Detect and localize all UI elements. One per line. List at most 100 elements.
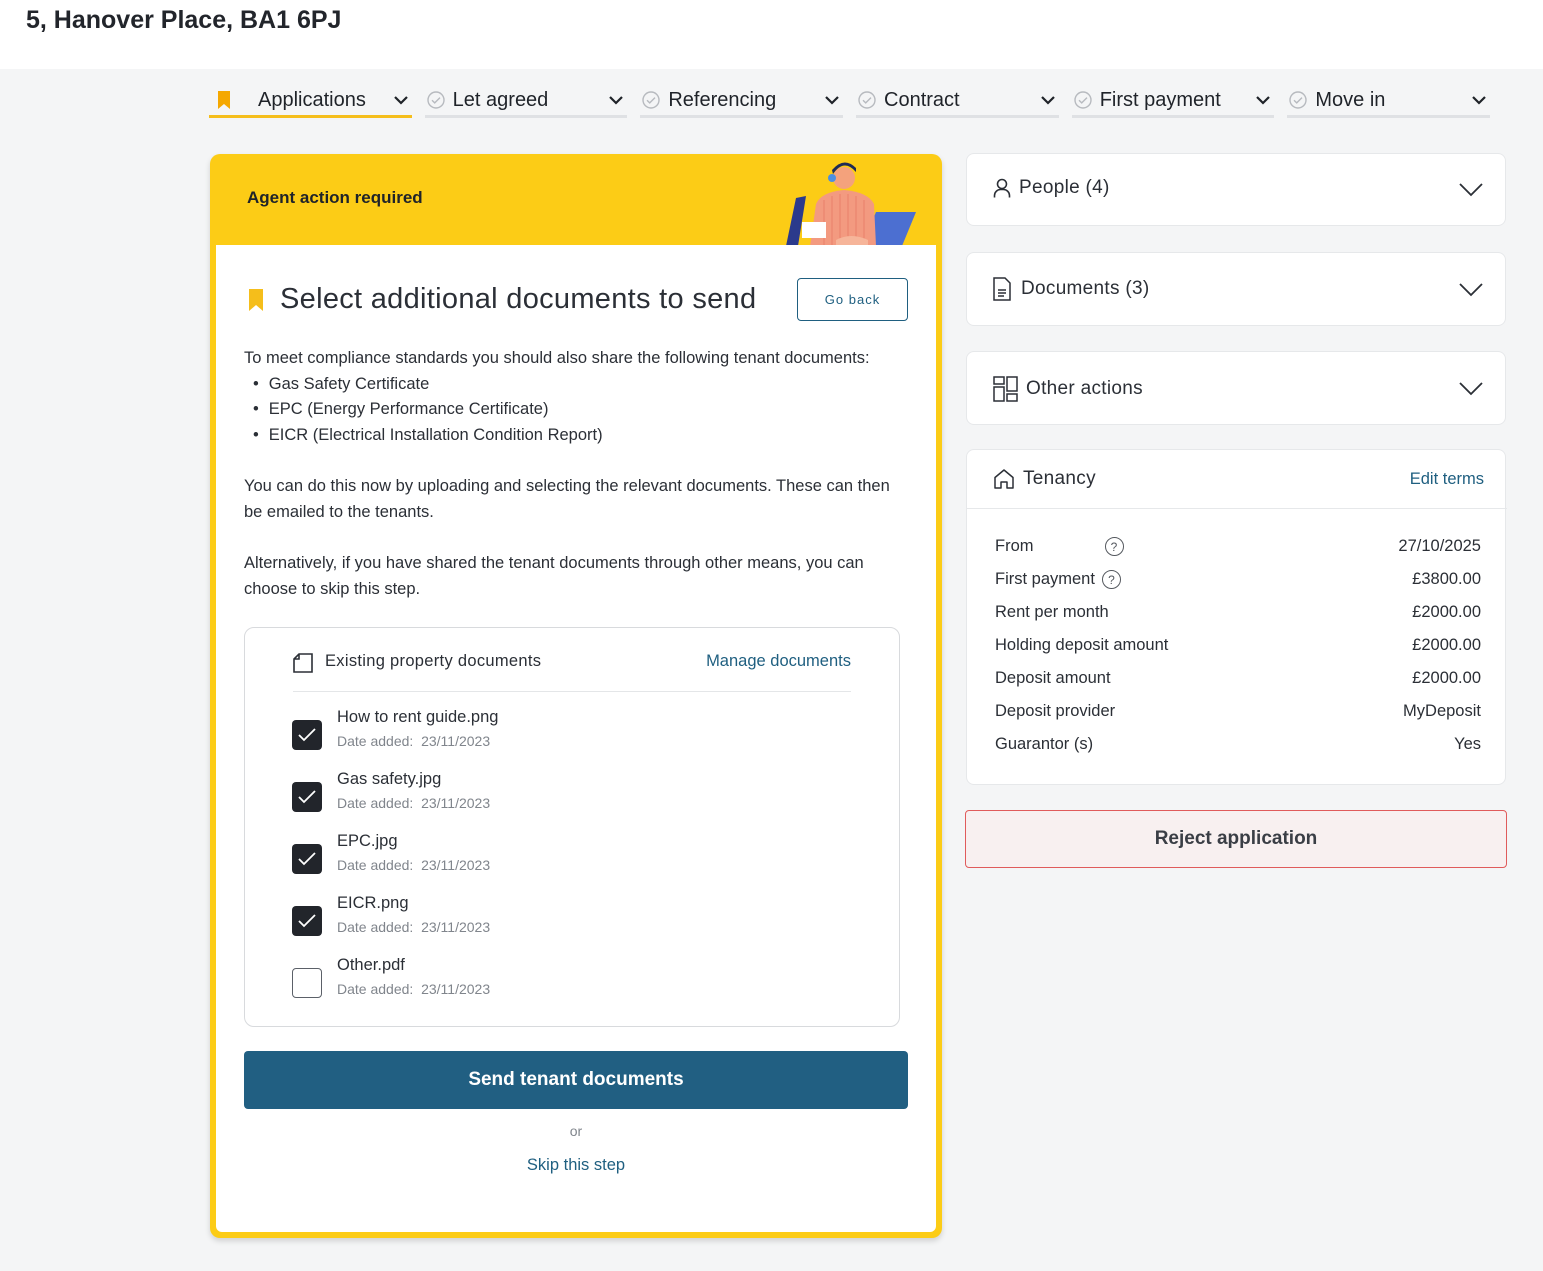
label-text: First payment bbox=[995, 570, 1095, 588]
tenancy-label: Deposit amount bbox=[995, 669, 1111, 687]
tenancy-value: £2000.00 bbox=[1412, 603, 1481, 621]
help-icon[interactable]: ? bbox=[1104, 537, 1124, 556]
date-prefix: Date added: bbox=[337, 981, 414, 997]
chevron-down-icon bbox=[609, 96, 624, 105]
chevron-down-icon bbox=[1459, 382, 1483, 396]
list-item: Other.pdf Date added: 23/11/2023 bbox=[292, 954, 490, 1000]
people-panel[interactable]: People (4) bbox=[966, 153, 1506, 226]
top-bar: 5, Hanover Place, BA1 6PJ bbox=[0, 0, 1543, 69]
or-divider: or bbox=[569, 1123, 583, 1139]
manage-documents-link[interactable]: Manage documents bbox=[706, 652, 851, 671]
date-value: 23/11/2023 bbox=[421, 981, 491, 997]
skip-instruction: Alternatively, if you have shared the te… bbox=[244, 554, 864, 598]
tenancy-row: First payment? £3800.00 bbox=[995, 570, 1481, 589]
tenancy-title: Tenancy bbox=[1023, 468, 1096, 489]
document-name: Other.pdf bbox=[337, 956, 405, 974]
tenancy-row: Deposit amount £2000.00 bbox=[995, 669, 1481, 688]
tenancy-label: Guarantor (s) bbox=[995, 735, 1094, 753]
tab-applications[interactable]: Applications bbox=[209, 85, 412, 118]
checkbox-checked[interactable] bbox=[292, 844, 322, 874]
intro-line: To meet compliance standards you should … bbox=[244, 349, 870, 367]
tenancy-row: From? 27/10/2025 bbox=[995, 537, 1481, 556]
tab-let-agreed[interactable]: Let agreed bbox=[424, 85, 628, 118]
chevron-down-icon bbox=[1040, 96, 1055, 105]
tab-first-payment[interactable]: First payment bbox=[1071, 85, 1275, 118]
send-tenant-documents-button[interactable]: Send tenant documents bbox=[244, 1051, 908, 1109]
tenancy-value: 27/10/2025 bbox=[1398, 537, 1481, 555]
label-text: From bbox=[995, 537, 1034, 555]
required-docs-list: Gas Safety Certificate EPC (Energy Perfo… bbox=[253, 372, 914, 449]
tenancy-label: First payment? bbox=[995, 570, 1121, 589]
upload-instruction: You can do this now by uploading and sel… bbox=[244, 477, 890, 521]
skip-step-link[interactable]: Skip this step bbox=[216, 1156, 936, 1175]
section-title: Select additional documents to send bbox=[249, 283, 756, 316]
other-actions-panel[interactable]: Other actions bbox=[966, 351, 1506, 425]
progress-steps: Applications Let agreed Referencing Cont… bbox=[209, 85, 1491, 119]
tab-referencing[interactable]: Referencing bbox=[640, 85, 844, 118]
document-icon bbox=[293, 653, 313, 673]
tab-move-in[interactable]: Move in bbox=[1287, 85, 1491, 118]
document-icon bbox=[993, 277, 1011, 301]
document-date: Date added: 23/11/2023 bbox=[337, 854, 490, 876]
document-date: Date added: 23/11/2023 bbox=[337, 978, 490, 1000]
check-icon bbox=[298, 852, 316, 866]
tab-label: Referencing bbox=[668, 88, 777, 111]
chevron-down-icon bbox=[1459, 283, 1483, 297]
tab-contract[interactable]: Contract bbox=[856, 85, 1059, 118]
tab-label: Contract bbox=[884, 88, 960, 111]
go-back-button[interactable]: Go back bbox=[797, 278, 908, 321]
action-card-body: Select additional documents to send Go b… bbox=[216, 245, 936, 1232]
check-circle-icon bbox=[1289, 91, 1308, 109]
document-date: Date added: 23/11/2023 bbox=[337, 792, 490, 814]
chevron-down-icon bbox=[825, 96, 839, 105]
documents-header: Existing property documents Manage docum… bbox=[293, 652, 851, 692]
agent-illustration bbox=[786, 162, 916, 246]
documents-panel[interactable]: Documents (3) bbox=[966, 252, 1506, 326]
tenancy-row: Deposit provider MyDeposit bbox=[995, 702, 1481, 721]
date-prefix: Date added: bbox=[337, 857, 414, 873]
dashboard-icon bbox=[993, 376, 1018, 402]
page-title: 5, Hanover Place, BA1 6PJ bbox=[26, 6, 342, 34]
document-name: How to rent guide.png bbox=[337, 708, 499, 726]
tenancy-panel: Tenancy Edit terms From? 27/10/2025 Firs… bbox=[966, 449, 1507, 785]
edit-terms-link[interactable]: Edit terms bbox=[1410, 470, 1484, 489]
list-item: Gas Safety Certificate bbox=[253, 372, 914, 398]
panel-header: People (4) bbox=[993, 177, 1110, 199]
user-icon bbox=[993, 178, 1011, 198]
intro-text: To meet compliance standards you should … bbox=[244, 346, 914, 448]
check-icon bbox=[298, 790, 316, 804]
reject-application-button[interactable]: Reject application bbox=[965, 810, 1507, 868]
checkbox-checked[interactable] bbox=[292, 782, 322, 812]
checkbox-checked[interactable] bbox=[292, 720, 322, 750]
list-item: EPC.jpg Date added: 23/11/2023 bbox=[292, 830, 490, 876]
document-date: Date added: 23/11/2023 bbox=[337, 730, 498, 752]
document-name: Gas safety.jpg bbox=[337, 770, 442, 788]
checkbox-unchecked[interactable] bbox=[292, 968, 322, 998]
date-value: 23/11/2023 bbox=[421, 919, 491, 935]
help-icon[interactable]: ? bbox=[1101, 570, 1121, 589]
bookmark-icon bbox=[249, 288, 263, 311]
agent-action-card: Agent action required Select additional … bbox=[210, 154, 942, 1238]
tab-label: Let agreed bbox=[452, 88, 549, 111]
tab-label: First payment bbox=[1099, 88, 1221, 111]
check-circle-icon bbox=[642, 91, 661, 109]
panel-header: Documents (3) bbox=[993, 277, 1150, 301]
tab-label: Move in bbox=[1315, 88, 1386, 111]
documents-title: Existing property documents bbox=[325, 652, 542, 670]
document-name: EICR.png bbox=[337, 894, 409, 912]
tenancy-row: Guarantor (s) Yes bbox=[995, 735, 1481, 754]
tenancy-label: Deposit provider bbox=[995, 702, 1116, 720]
tenancy-value: MyDeposit bbox=[1403, 702, 1481, 720]
document-date: Date added: 23/11/2023 bbox=[337, 916, 490, 938]
tenancy-value: £2000.00 bbox=[1412, 669, 1481, 687]
chevron-down-icon bbox=[1256, 96, 1271, 105]
checkbox-checked[interactable] bbox=[292, 906, 322, 936]
check-icon bbox=[298, 914, 316, 928]
check-circle-icon bbox=[858, 91, 876, 109]
date-prefix: Date added: bbox=[337, 795, 414, 811]
action-banner-label: Agent action required bbox=[247, 188, 423, 207]
date-value: 23/11/2023 bbox=[421, 733, 491, 749]
chevron-down-icon bbox=[1472, 96, 1486, 105]
tab-label: Applications bbox=[258, 88, 366, 111]
check-circle-icon bbox=[1073, 91, 1092, 109]
